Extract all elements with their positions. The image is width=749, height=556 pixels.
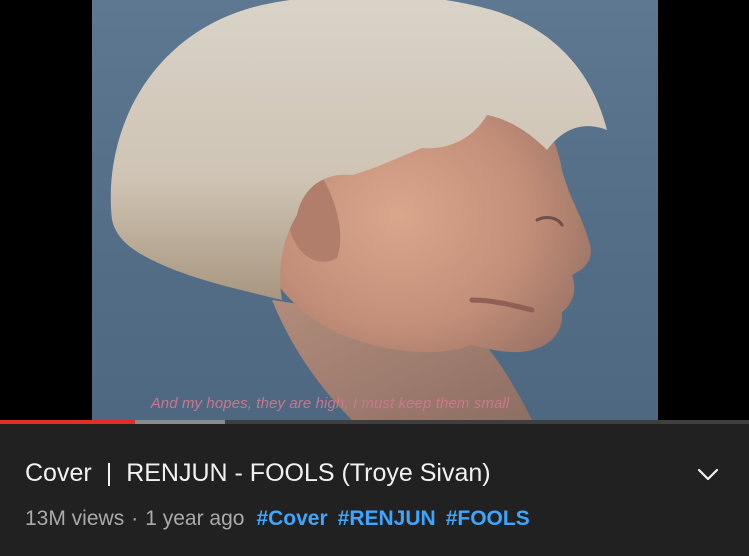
video-still-image bbox=[110, 0, 607, 420]
hashtag-link[interactable]: #RENJUN bbox=[338, 507, 436, 530]
meta-dot: · bbox=[131, 507, 139, 530]
hashtag-list: #Cover #RENJUN #FOOLS bbox=[256, 507, 539, 530]
title-separator: | bbox=[105, 459, 113, 487]
upload-age: 1 year ago bbox=[145, 507, 245, 530]
view-count: 13M views bbox=[25, 507, 125, 530]
video-frame[interactable]: And my hopes, they are high, I must keep… bbox=[92, 0, 658, 420]
video-player[interactable]: And my hopes, they are high, I must keep… bbox=[0, 0, 749, 420]
hashtag-link[interactable]: #Cover bbox=[256, 507, 327, 530]
video-title[interactable]: Cover | RENJUN - FOOLS (Troye Sivan) bbox=[25, 459, 491, 488]
title-main: RENJUN - FOOLS (Troye Sivan) bbox=[126, 459, 491, 487]
video-subtitle: And my hopes, they are high, I must keep… bbox=[150, 395, 510, 412]
chevron-down-icon[interactable] bbox=[695, 463, 721, 485]
video-meta: 13M views · 1 year ago #Cover #RENJUN #FOOLS bbox=[25, 507, 540, 531]
title-prefix: Cover bbox=[25, 459, 92, 487]
video-info-panel: Cover | RENJUN - FOOLS (Troye Sivan) 13M v… bbox=[0, 424, 749, 556]
hashtag-link[interactable]: #FOOLS bbox=[446, 507, 530, 530]
